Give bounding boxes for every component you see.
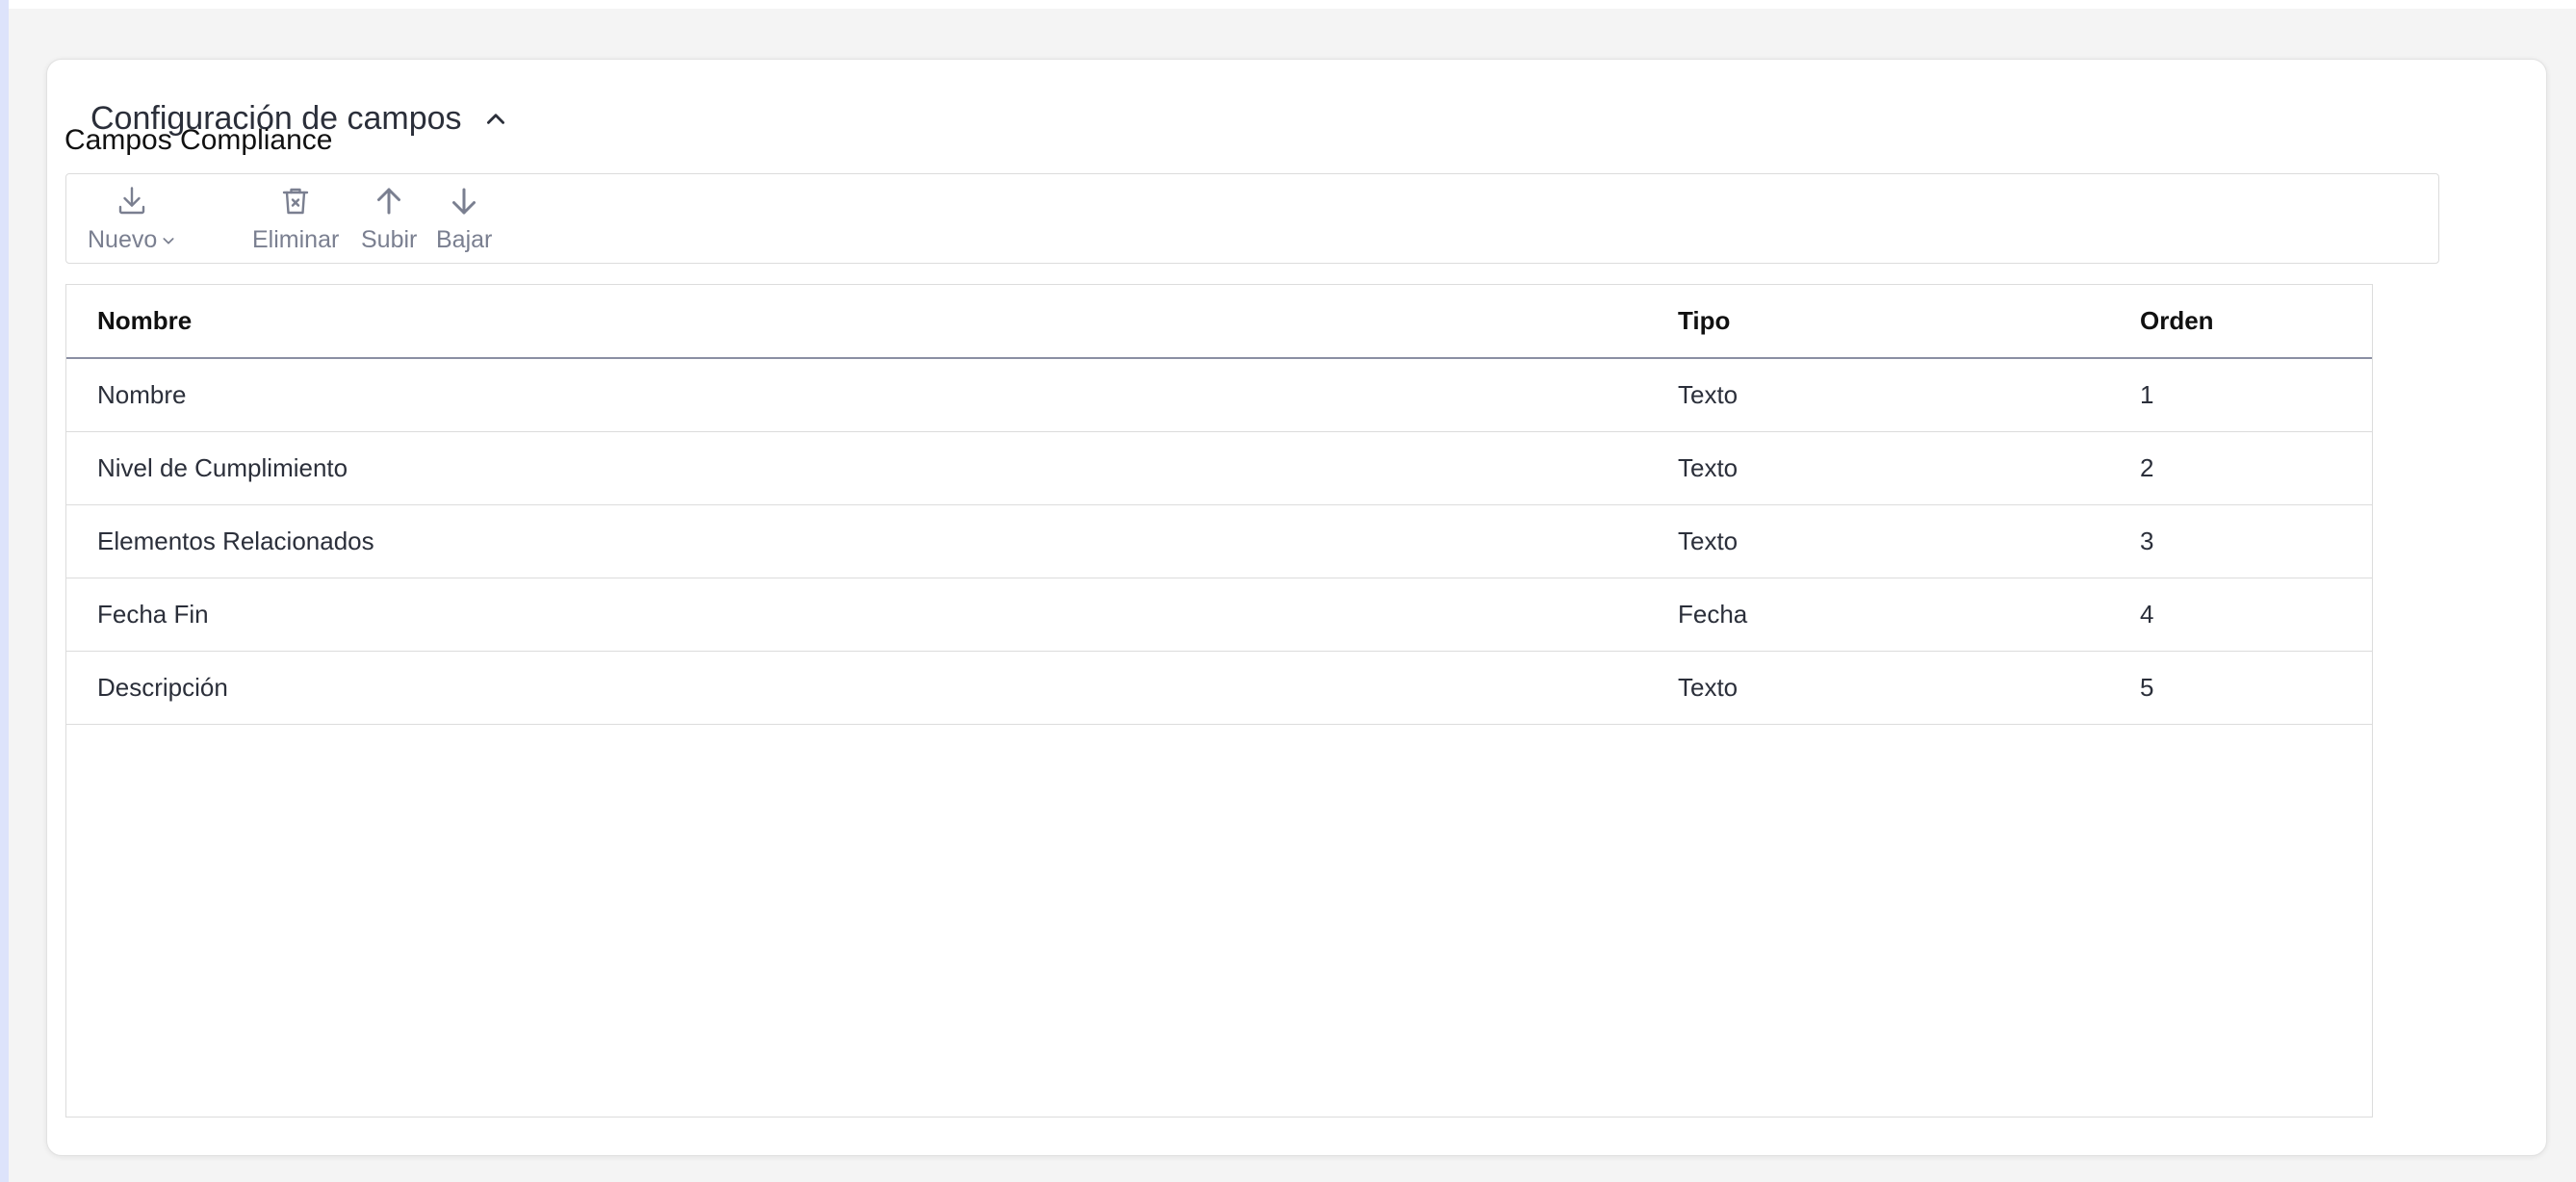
cell-orden: 3 bbox=[2140, 504, 2372, 578]
toolbar: Nuevo Eliminar Subir Bajar bbox=[65, 173, 2439, 264]
download-icon bbox=[118, 187, 145, 215]
top-strip bbox=[9, 0, 2576, 9]
table-row[interactable]: Nivel de Cumplimiento Texto 2 bbox=[66, 431, 2372, 505]
cell-orden: 2 bbox=[2140, 431, 2372, 505]
arrow-up-icon bbox=[377, 188, 401, 215]
delete-button[interactable]: Eliminar bbox=[252, 184, 339, 254]
table-header-row: Nombre Tipo Orden bbox=[66, 285, 2372, 359]
cell-tipo: Texto bbox=[1678, 504, 2140, 578]
cell-nombre: Nivel de Cumplimiento bbox=[66, 431, 1678, 505]
move-up-button-label: Subir bbox=[361, 226, 418, 253]
cell-tipo: Fecha bbox=[1678, 578, 2140, 652]
column-header-orden[interactable]: Orden bbox=[2140, 285, 2372, 359]
new-button[interactable]: Nuevo bbox=[88, 184, 176, 254]
move-up-button[interactable]: Subir bbox=[361, 184, 417, 254]
table-row[interactable]: Descripción Texto 5 bbox=[66, 651, 2372, 725]
move-down-button[interactable]: Bajar bbox=[436, 184, 492, 254]
cell-nombre: Fecha Fin bbox=[66, 578, 1678, 652]
cell-nombre: Descripción bbox=[66, 651, 1678, 725]
cell-orden: 5 bbox=[2140, 651, 2372, 725]
delete-button-label: Eliminar bbox=[252, 226, 340, 253]
section-title: Campos Compliance bbox=[64, 124, 333, 156]
cell-nombre: Nombre bbox=[66, 358, 1678, 432]
column-header-nombre[interactable]: Nombre bbox=[66, 285, 1678, 359]
cell-orden: 4 bbox=[2140, 578, 2372, 652]
table-row[interactable]: Fecha Fin Fecha 4 bbox=[66, 578, 2372, 652]
trash-icon bbox=[282, 188, 309, 215]
chevron-up-icon[interactable] bbox=[483, 106, 508, 131]
column-header-tipo[interactable]: Tipo bbox=[1678, 285, 2140, 359]
chevron-down-icon bbox=[163, 237, 174, 244]
cell-tipo: Texto bbox=[1678, 651, 2140, 725]
table-row[interactable]: Nombre Texto 1 bbox=[66, 358, 2372, 432]
left-accent-bar bbox=[0, 0, 9, 1182]
arrow-down-icon bbox=[452, 188, 477, 215]
fields-table: Nombre Tipo Orden Nombre Texto 1 Nivel d… bbox=[66, 285, 2372, 725]
fields-table-container: Nombre Tipo Orden Nombre Texto 1 Nivel d… bbox=[65, 284, 2373, 1118]
cell-nombre: Elementos Relacionados bbox=[66, 504, 1678, 578]
cell-orden: 1 bbox=[2140, 358, 2372, 432]
new-button-label: Nuevo bbox=[88, 226, 158, 253]
cell-tipo: Texto bbox=[1678, 358, 2140, 432]
move-down-button-label: Bajar bbox=[436, 226, 493, 253]
table-row[interactable]: Elementos Relacionados Texto 3 bbox=[66, 504, 2372, 578]
cell-tipo: Texto bbox=[1678, 431, 2140, 505]
